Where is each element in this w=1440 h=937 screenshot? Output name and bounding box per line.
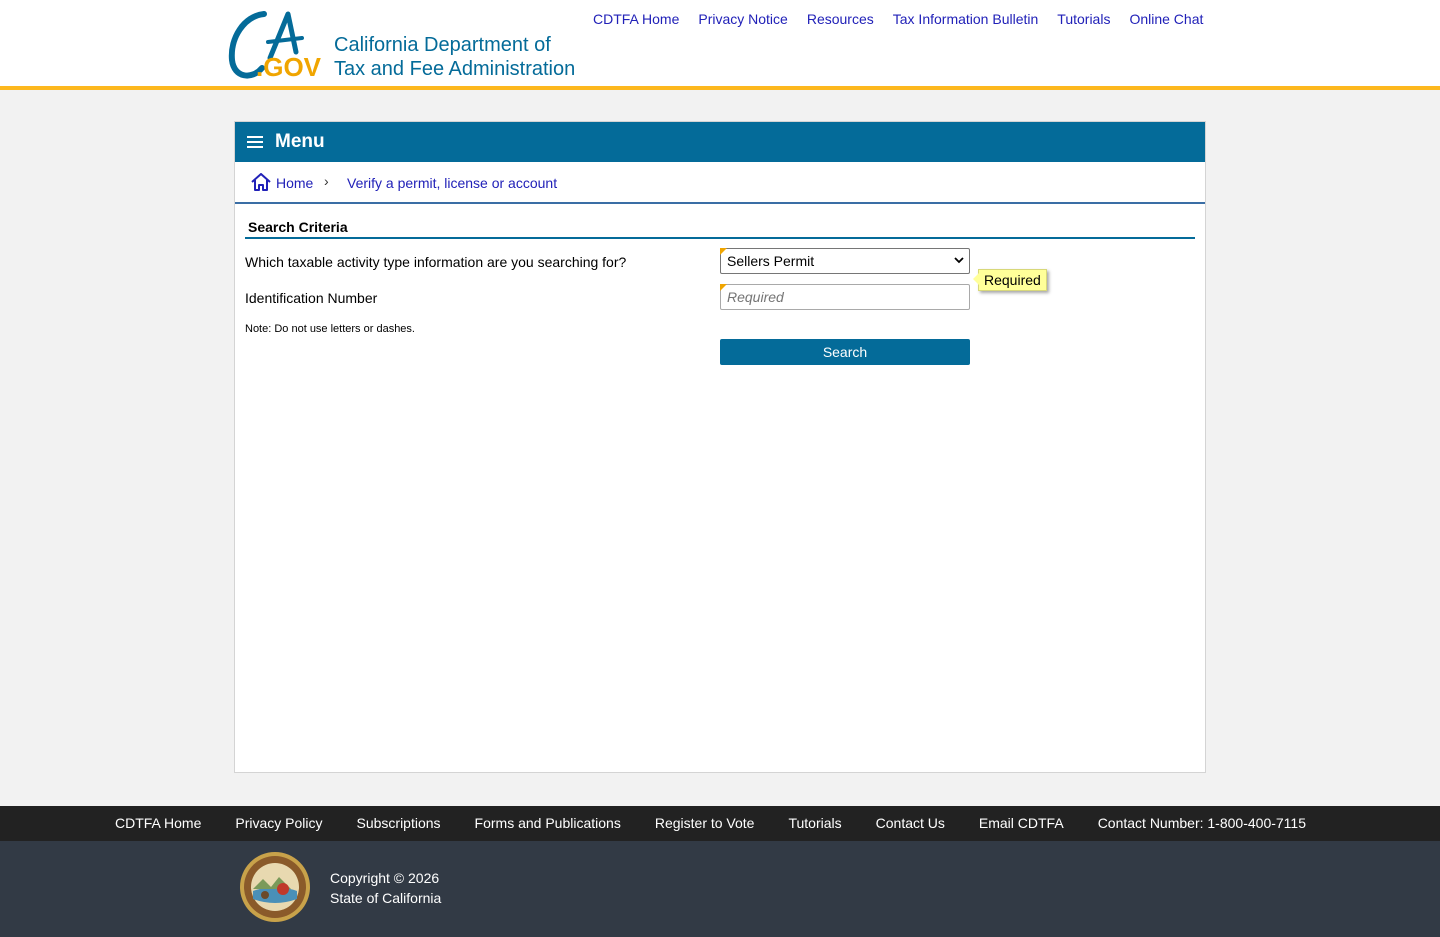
activity-type-selected-value: Sellers Permit (727, 253, 815, 269)
footer-link-tutorials[interactable]: Tutorials (788, 815, 841, 831)
agency-name: California Department of Tax and Fee Adm… (334, 33, 575, 81)
footer-link-register-to-vote[interactable]: Register to Vote (655, 815, 755, 831)
top-nav-tax-information-bulletin[interactable]: Tax Information Bulletin (893, 11, 1039, 27)
menu-label[interactable]: Menu (275, 131, 325, 153)
logo-gov-text: .GOV (256, 52, 322, 82)
menu-bar[interactable]: Menu (235, 122, 1205, 162)
copyright-line-1: Copyright © 2026 (330, 870, 440, 886)
required-tooltip: Required (973, 269, 1047, 291)
identification-number-label: Identification Number (245, 290, 378, 306)
search-button[interactable]: Search (720, 339, 970, 365)
required-flag-icon (720, 284, 727, 291)
top-nav-privacy-notice[interactable]: Privacy Notice (698, 11, 787, 27)
footer-link-email-cdtfa[interactable]: Email CDTFA (979, 815, 1064, 831)
footer-nav: CDTFA Home Privacy Policy Subscriptions … (0, 806, 1440, 841)
top-nav-cdtfa-home[interactable]: CDTFA Home (593, 11, 679, 27)
home-icon[interactable] (251, 173, 271, 191)
top-nav-online-chat[interactable]: Online Chat (1129, 11, 1203, 27)
top-nav-resources[interactable]: Resources (807, 11, 874, 27)
site-header: .GOV California Department of Tax and Fe… (0, 0, 1440, 90)
top-nav-tutorials[interactable]: Tutorials (1057, 11, 1110, 27)
footer-link-cdtfa-home[interactable]: CDTFA Home (115, 815, 201, 831)
copyright: Copyright © 2026 State of California (330, 868, 441, 908)
breadcrumb-separator: › (324, 173, 329, 189)
chevron-down-icon (954, 257, 964, 264)
hamburger-icon[interactable] (247, 136, 263, 148)
ca-gov-logo[interactable]: .GOV (226, 8, 326, 82)
agency-line-1: California Department of (334, 34, 551, 56)
footer-link-contact-number[interactable]: Contact Number: 1-800-400-7115 (1098, 815, 1306, 831)
breadcrumb: Home › Verify a permit, license or accou… (235, 162, 1205, 204)
footer-link-forms-publications[interactable]: Forms and Publications (475, 815, 621, 831)
input-note: Note: Do not use letters or dashes. (245, 323, 415, 335)
section-title: Search Criteria (245, 217, 1195, 239)
activity-type-label: Which taxable activity type information … (245, 254, 627, 270)
breadcrumb-current-link[interactable]: Verify a permit, license or account (347, 175, 557, 191)
footer-bottom: Copyright © 2026 State of California (0, 841, 1440, 937)
activity-type-select[interactable]: Sellers Permit (720, 248, 970, 274)
breadcrumb-home-link[interactable]: Home (276, 175, 313, 191)
activity-type-field: Sellers Permit (720, 248, 970, 274)
footer-link-contact-us[interactable]: Contact Us (876, 815, 945, 831)
identification-number-input[interactable] (720, 284, 970, 310)
footer-link-subscriptions[interactable]: Subscriptions (357, 815, 441, 831)
footer-link-privacy-policy[interactable]: Privacy Policy (235, 815, 322, 831)
top-nav: CDTFA Home Privacy Notice Resources Tax … (593, 11, 1203, 27)
copyright-line-2: State of California (330, 890, 442, 906)
section-title-text: Search Criteria (248, 219, 348, 235)
california-seal-icon (240, 852, 310, 922)
footer-links: CDTFA Home Privacy Policy Subscriptions … (115, 815, 1306, 831)
agency-line-2: Tax and Fee Administration (334, 58, 576, 80)
identification-number-field (720, 284, 970, 310)
main-panel: Menu Home › Verify a permit, license or … (234, 121, 1206, 773)
required-flag-icon (720, 248, 727, 255)
